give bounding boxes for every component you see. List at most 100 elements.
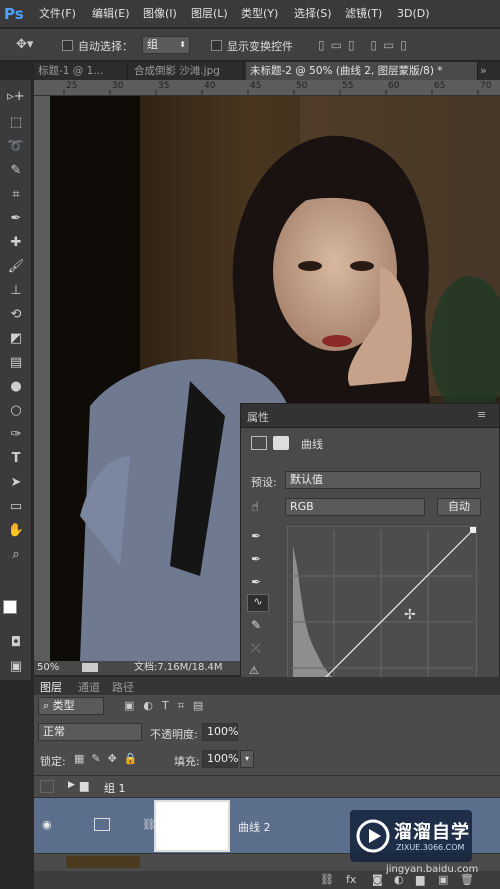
curve-point-tool-icon[interactable]: ∿ [247,594,269,612]
clipping-warning-icon[interactable]: ⚠ [249,664,259,677]
menu-layer[interactable]: 图层(L) [191,0,228,28]
auto-select-dropdown[interactable]: 组 ⬍ [142,36,190,54]
opacity-input[interactable]: 100% [202,723,238,741]
smooth-icon[interactable]: ⤫ [251,641,261,656]
source-credit: jingyan.baidu.com [386,864,479,875]
layer-filter-dropdown[interactable]: ⌕ 类型 [38,697,104,715]
panel-menu-icon[interactable]: ≡ [477,408,486,421]
fill-input[interactable]: 100% [202,750,238,768]
tab-untitled-2[interactable]: 未标题-2 @ 50% (曲线 2, 图层蒙版/8) * [246,62,478,80]
add-mask-icon[interactable]: ◙ [372,873,383,886]
menu-filter[interactable]: 滤镜(T) [345,0,382,28]
ruler-label: 65 [434,81,446,91]
show-transform-label: 显示变换控件 [227,40,293,53]
blend-mode-dropdown[interactable]: 正常 [38,723,142,741]
visibility-toggle[interactable] [40,780,54,793]
tools-panel: ▹+ ⬚ ➰ ✎ ⌗ ✒ ✚ 🖌 ⊥ ⟲ ◩ ▤ ● ○ ✑ T ➤ ▭ ✋ ⌕… [0,80,32,680]
tab-layers[interactable]: 图层 [40,679,62,695]
filter-icons[interactable]: ▣◐T⌗▤ [124,699,212,713]
clone-stamp-icon[interactable]: ⊥ [4,280,28,302]
zoom-icon[interactable]: ⌕ [4,544,28,566]
path-select-icon[interactable]: ➤ [4,472,28,494]
gradient-icon[interactable]: ▤ [4,352,28,374]
tab-paths[interactable]: 路径 [112,679,134,695]
foreground-color-swatch[interactable] [3,600,17,614]
hand-icon[interactable]: ✋ [4,520,28,542]
menu-select[interactable]: 选择(S) [294,0,332,28]
ruler-label: 40 [204,81,216,91]
move-tool-icon[interactable]: ✥▾ [16,37,33,52]
fill-label: 填充: [174,755,200,768]
healing-brush-icon[interactable]: ✚ [4,232,28,254]
tab-channels[interactable]: 通道 [78,679,100,695]
quick-select-icon[interactable]: ✎ [4,160,28,182]
dodge-icon[interactable]: ○ [4,400,28,422]
search-icon: ⌕ [43,699,50,712]
watermark: 溜溜自学 ZIXUE.3066.COM [350,810,472,862]
tab-beach[interactable]: 合成倒影 沙滩.jpg [130,62,244,80]
blur-icon[interactable]: ● [4,376,28,398]
doc-size: 文档:7.16M/18.4M [134,662,223,673]
menu-3d[interactable]: 3D(D) [397,0,430,28]
document-tabs: 标题-1 @ 1... 合成倒影 沙滩.jpg 未标题-2 @ 50% (曲线 … [34,62,500,80]
menu-file[interactable]: 文件(F) [39,0,76,28]
tab-untitled-1[interactable]: 标题-1 @ 1... [34,62,128,80]
auto-select-checkbox[interactable] [62,40,73,51]
marquee-icon[interactable]: ⬚ [4,112,28,134]
menu-type[interactable]: 类型(Y) [241,0,278,28]
move-icon[interactable]: ▹+ [4,86,28,108]
eyedropper-gray-icon[interactable]: ✒ [251,552,261,566]
properties-titlebar: 属性 ≡ [241,404,499,428]
menu-edit[interactable]: 编辑(E) [92,0,130,28]
ruler-label: 25 [66,81,78,91]
opacity-label: 不透明度: [150,728,198,741]
vertical-ruler [34,96,50,661]
rectangle-icon[interactable]: ▭ [4,496,28,518]
history-brush-icon[interactable]: ⟲ [4,304,28,326]
lasso-icon[interactable]: ➰ [4,136,28,158]
properties-title[interactable]: 属性 [247,409,269,425]
group-name[interactable]: 组 1 [104,780,126,796]
crop-icon[interactable]: ⌗ [4,184,28,206]
menu-bar: Ps 文件(F) 编辑(E) 图像(I) 图层(L) 类型(Y) 选择(S) 滤… [0,0,500,28]
link-layers-icon[interactable]: ⛓ [320,873,334,886]
brush-icon[interactable]: 🖌 [4,256,28,278]
auto-select-label: 自动选择： [78,40,133,53]
lock-icons[interactable]: ▦✎✥🔒 [74,752,145,765]
auto-select-value: 组 [147,38,158,51]
target-adjust-icon[interactable]: ☝ [251,500,259,515]
expand-arrow-icon[interactable]: ▶ [68,780,75,790]
screen-mode-icon[interactable]: ▣ [4,656,28,678]
ruler-label: 70 [480,81,492,91]
eyedropper-icon[interactable]: ✒ [4,208,28,230]
zoom-level[interactable]: 50% [37,661,59,675]
eyedropper-white-icon[interactable]: ✒ [251,575,261,589]
folder-icon: ▆ [80,779,89,792]
auto-button[interactable]: 自动 [437,498,481,516]
mask-icon[interactable] [273,436,289,450]
pencil-tool-icon[interactable]: ✎ [251,618,261,632]
doc-info-icon[interactable] [82,663,98,672]
type-icon[interactable]: T [4,448,28,470]
watermark-url: ZIXUE.3066.COM [396,843,465,852]
eraser-icon[interactable]: ◩ [4,328,28,350]
eye-icon[interactable]: ◉ [42,818,52,831]
show-transform-checkbox[interactable] [211,40,222,51]
menu-image[interactable]: 图像(I) [143,0,177,28]
align-buttons[interactable]: ▯▭▯ ▯▭▯ [318,38,413,52]
layer-name[interactable]: 曲线 2 [238,819,271,835]
preset-dropdown[interactable]: 默认值 [285,471,481,489]
channel-dropdown[interactable]: RGB [285,498,425,516]
fill-dropdown-icon[interactable]: ▾ [240,750,254,768]
watermark-title: 溜溜自学 [394,822,470,843]
ruler-ticks [63,90,479,96]
quick-mask-icon[interactable]: ◘ [4,632,28,654]
curves-adjustment-thumb-icon[interactable] [94,818,110,831]
layer-group-row[interactable]: ▶ ▆ 组 1 [34,775,500,797]
more-tabs-icon[interactable]: » [480,64,487,77]
eyedropper-black-icon[interactable]: ✒ [251,529,261,543]
fx-icon[interactable]: fx [346,873,356,886]
status-bar: 50% 文档:7.16M/18.4M [34,661,240,675]
pen-icon[interactable]: ✑ [4,424,28,446]
layer-mask-thumbnail[interactable] [154,800,230,852]
